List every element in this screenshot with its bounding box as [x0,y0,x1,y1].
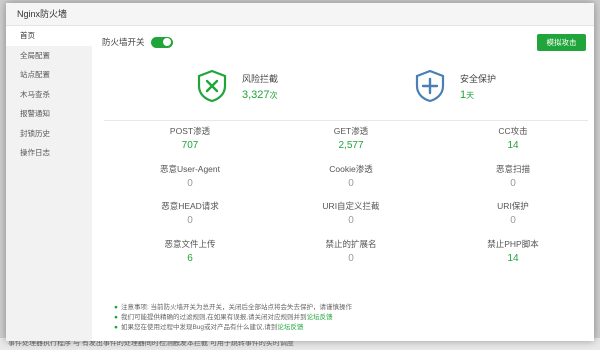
note-item: ● 我们可能提供精确的过滤规则,在如果有误报,请关闭对应规则并到论坛反馈 [114,313,352,323]
stat-value: 2,577 [338,140,364,151]
stat-post-penetration: POST渗透 707 [130,125,250,151]
forum-feedback-link[interactable]: 论坛反馈 [307,314,333,321]
dialog-title: Nginx防火墙 [6,3,594,26]
stat-value: 0 [348,215,354,226]
stat-label: URI保护 [497,201,529,211]
stat-value: 6 [187,253,193,264]
note-item: ● 注意事项: 当前防火墙开关为总开关，关闭后全部站点将会失去保护，请谨慎操作 [114,303,352,313]
sidebar-item-block-history[interactable]: 封锁历史 [6,124,92,144]
stat-value: 0 [510,178,516,189]
stat-cookie-penetration: Cookie渗透 0 [291,163,411,189]
sidebar-item-operation-log[interactable]: 操作日志 [6,143,92,163]
stat-malicious-head-request: 恶意HEAD请求 0 [130,200,250,226]
firewall-toggle-switch[interactable] [150,36,173,48]
stat-uri-custom-block: URI自定义拦截 0 [291,200,411,226]
stat-label: URI自定义拦截 [322,201,380,211]
risk-intercept-label: 风险拦截 [242,73,279,84]
stat-value: 0 [348,178,354,189]
note-text: 我们可能提供精确的过滤规则,在如果有误报,请关闭对应规则并到 [120,314,307,321]
notes-list: ● 注意事项: 当前防火墙开关为总开关，关闭后全部站点将会失去保护，请谨慎操作 ●… [114,303,352,333]
stat-forbidden-php-script: 禁止PHP脚本 14 [453,238,573,264]
stat-value: 0 [187,215,193,226]
stat-label: 禁止PHP脚本 [487,239,539,249]
toggle-knob [163,38,172,46]
stat-label: POST渗透 [169,126,211,136]
stat-label: 禁止的扩展名 [325,239,377,249]
sidebar-item-home[interactable]: 首页 [6,26,92,46]
stat-forbidden-extension: 禁止的扩展名 0 [291,238,411,264]
sidebar: 首页 全局配置 站点配置 木马查杀 报警通知 封锁历史 操作日志 [6,26,92,341]
sidebar-item-trojan-scan[interactable]: 木马查杀 [6,85,92,105]
bullet-icon: ● [114,314,118,321]
note-text: 如果您在使用过程中发现Bug或对产品有什么建议,请到 [120,324,278,331]
security-protect-label: 安全保护 [460,73,497,84]
stat-label: 恶意User-Agent [160,164,220,174]
stat-cc-attack: CC攻击 14 [453,125,573,151]
simulate-attack-button[interactable]: 模拟攻击 [537,34,586,51]
risk-intercept-value: 3,327 [242,88,270,101]
stat-label: CC攻击 [498,126,528,136]
sidebar-item-site-config[interactable]: 站点配置 [6,65,92,85]
stat-label: Cookie渗透 [329,164,373,174]
stat-malicious-user-agent: 恶意User-Agent 0 [130,163,250,189]
shield-plus-icon [415,69,445,103]
risk-intercept-card: 风险拦截 3,327次 [196,66,278,106]
firewall-dialog: Nginx防火墙 首页 全局配置 站点配置 木马查杀 报警通知 封锁历史 操作日… [6,3,594,341]
bullet-icon: ● [114,304,118,311]
stat-value: 14 [507,140,519,151]
stat-value: 707 [181,140,199,151]
firewall-toggle-row: 防火墙开关 [102,36,173,48]
stat-malicious-scan: 恶意扫描 0 [453,163,573,189]
stat-label: 恶意文件上传 [164,239,216,249]
sidebar-item-alert-notify[interactable]: 报警通知 [6,104,92,124]
main-content: 防火墙开关 模拟攻击 风险拦截 3,327次 安全保护 1天 POST渗透 70… [98,26,594,341]
note-item: ● 如果您在使用过程中发现Bug或对产品有什么建议,请到论坛反馈 [114,323,352,333]
security-protect-unit: 天 [466,90,475,100]
stat-label: GET渗透 [333,126,369,136]
sidebar-item-global-config[interactable]: 全局配置 [6,46,92,66]
forum-feedback-link[interactable]: 论坛反馈 [277,324,303,331]
shield-x-icon [197,69,227,103]
stat-label: 恶意HEAD请求 [161,201,219,211]
note-text: 注意事项: 当前防火墙开关为总开关，关闭后全部站点将会失去保护，请谨慎操作 [120,304,353,311]
stat-value: 0 [348,253,354,264]
stat-get-penetration: GET渗透 2,577 [291,125,411,151]
stat-value: 0 [510,215,516,226]
summary-divider [104,120,588,121]
stat-value: 0 [187,178,193,189]
security-protect-card: 安全保护 1天 [414,66,496,106]
stat-malicious-file-upload: 恶意文件上传 6 [130,238,250,264]
risk-intercept-unit: 次 [269,90,278,100]
bullet-icon: ● [114,324,118,331]
stat-uri-protection: URI保护 0 [453,200,573,226]
firewall-toggle-label: 防火墙开关 [102,37,145,47]
stat-label: 恶意扫描 [495,164,530,174]
stat-value: 14 [507,253,519,264]
